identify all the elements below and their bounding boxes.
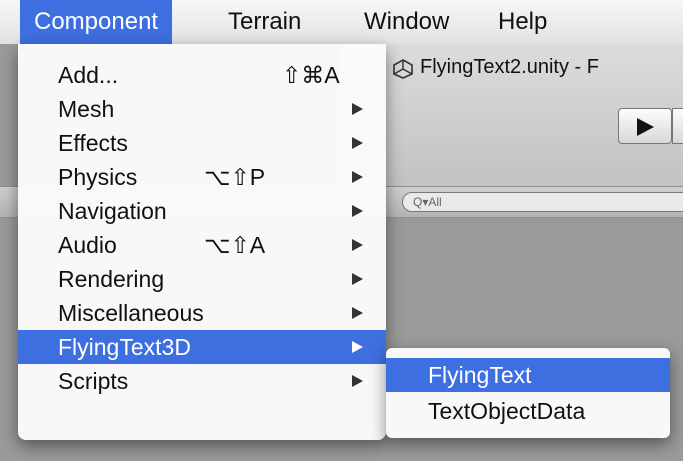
play-button[interactable]	[618, 108, 672, 144]
submenu-arrow-icon	[352, 205, 363, 217]
menu-item-navigation[interactable]: Navigation	[18, 194, 386, 228]
menu-component[interactable]: Component	[20, 0, 173, 44]
menu-item-label: Mesh	[58, 96, 115, 122]
background-panel	[0, 44, 20, 461]
menu-item-rendering[interactable]: Rendering	[18, 262, 386, 296]
menu-item-label: Physics	[58, 164, 138, 190]
menu-item-mesh[interactable]: Mesh	[18, 92, 386, 126]
submenu-item-flyingtext[interactable]: FlyingText	[386, 358, 670, 392]
submenu-item-label: FlyingText	[428, 362, 532, 388]
window-title: FlyingText2.unity - F	[420, 56, 599, 78]
submenu-arrow-icon	[352, 341, 363, 353]
submenu-arrow-icon	[352, 375, 363, 387]
flyingtext3d-submenu: FlyingText TextObjectData	[386, 348, 670, 438]
menu-item-add[interactable]: Add... ⇧⌘A	[18, 58, 386, 92]
menu-item-shortcut: ⌥⇧A	[204, 232, 266, 258]
menu-terrain[interactable]: Terrain	[214, 0, 315, 44]
unity-scene-icon	[393, 59, 413, 79]
menu-item-label: Add...	[58, 62, 119, 88]
menu-item-label: Scripts	[58, 368, 129, 394]
menu-item-label: Effects	[58, 130, 128, 156]
submenu-arrow-icon	[352, 171, 363, 183]
menu-item-audio[interactable]: Audio ⌥⇧A	[18, 228, 386, 262]
submenu-item-label: TextObjectData	[428, 398, 586, 424]
submenu-arrow-icon	[352, 239, 363, 251]
submenu-arrow-icon	[352, 273, 363, 285]
search-input[interactable]: Q▾All	[402, 192, 683, 212]
menu-item-scripts[interactable]: Scripts	[18, 364, 386, 398]
menu-item-miscellaneous[interactable]: Miscellaneous	[18, 296, 386, 330]
play-icon	[637, 118, 654, 136]
submenu-arrow-icon	[352, 103, 363, 115]
menu-bar: Component Terrain Window Help	[0, 0, 683, 45]
component-menu: Add... ⇧⌘A Mesh Effects Physics ⌥⇧P Navi…	[18, 44, 386, 440]
menu-item-flyingtext3d[interactable]: FlyingText3D	[18, 330, 386, 364]
menu-item-shortcut: ⇧⌘A	[282, 62, 340, 88]
submenu-item-textobjectdata[interactable]: TextObjectData	[386, 394, 670, 428]
menu-item-effects[interactable]: Effects	[18, 126, 386, 160]
menu-item-physics[interactable]: Physics ⌥⇧P	[18, 160, 386, 194]
menu-item-label: FlyingText3D	[58, 334, 191, 360]
menu-item-label: Miscellaneous	[58, 300, 204, 326]
menu-item-label: Rendering	[58, 266, 165, 292]
menu-item-label: Audio	[58, 232, 117, 258]
menu-item-label: Navigation	[58, 198, 167, 224]
menu-window[interactable]: Window	[350, 0, 463, 44]
menu-help[interactable]: Help	[484, 0, 561, 44]
submenu-arrow-icon	[352, 137, 363, 149]
menu-item-shortcut: ⌥⇧P	[204, 164, 266, 190]
submenu-arrow-icon	[352, 307, 363, 319]
pause-button[interactable]	[672, 108, 683, 144]
